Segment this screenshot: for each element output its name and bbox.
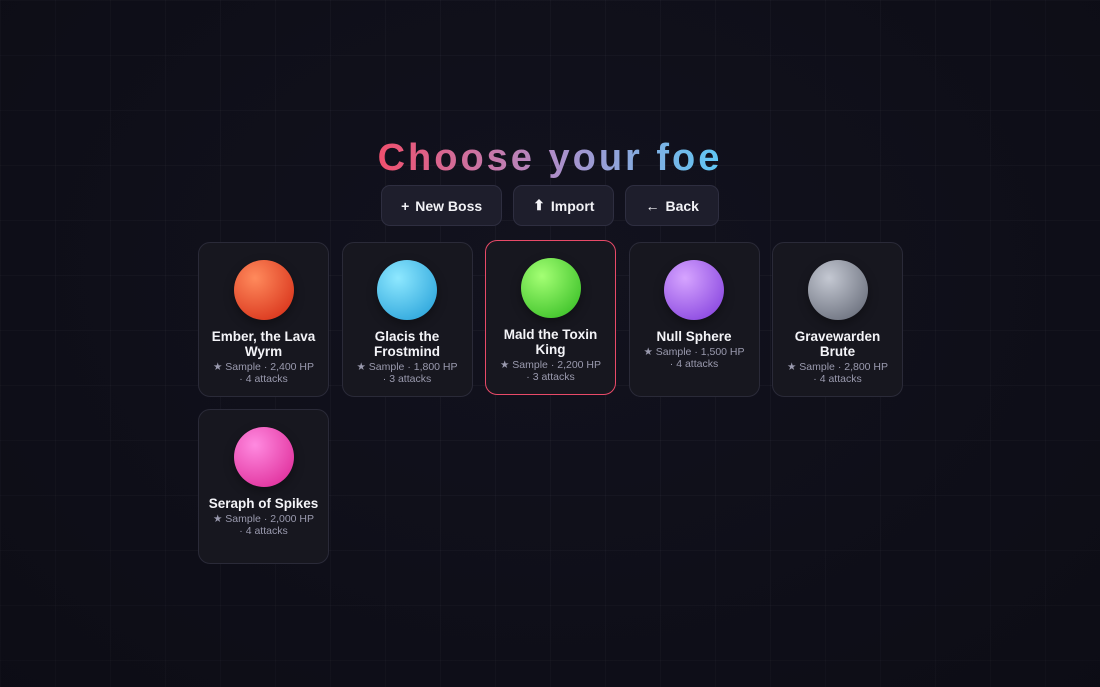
boss-orb-icon [807, 260, 868, 320]
boss-orb-icon [520, 258, 581, 318]
new-boss-label: New Boss [415, 197, 483, 214]
boss-orb-icon [377, 260, 437, 320]
back-button[interactable]: ← Back [625, 185, 719, 226]
arrow-left-icon: ← [645, 197, 660, 214]
boss-name: Gravewarden Brute [794, 329, 881, 359]
boss-meta: ★ Sample · 2,000 HP · 4 attacks [212, 513, 315, 537]
boss-card[interactable]: Ember, the Lava Wyrm ★ Sample · 2,400 HP… [198, 242, 329, 397]
boss-card[interactable]: Seraph of Spikes ★ Sample · 2,000 HP · 4… [198, 409, 329, 564]
page-title: Choose your foe [377, 137, 723, 179]
boss-name: Glacis the Frostmind [374, 329, 440, 359]
import-button[interactable]: ⬆ Import [513, 185, 615, 226]
boss-card[interactable]: Gravewarden Brute ★ Sample · 2,800 HP · … [772, 242, 903, 397]
boss-meta: ★ Sample · 2,200 HP · 3 attacks [499, 359, 602, 383]
boss-meta: ★ Sample · 2,400 HP · 4 attacks [212, 361, 315, 385]
boss-name: Ember, the Lava Wyrm [211, 329, 316, 359]
boss-meta: ★ Sample · 1,500 HP · 4 attacks [643, 346, 745, 370]
plus-icon: + [401, 197, 410, 214]
boss-card[interactable]: Glacis the Frostmind ★ Sample · 1,800 HP… [341, 242, 473, 397]
import-label: Import [550, 197, 595, 214]
boss-name: Seraph of Spikes [208, 496, 319, 511]
boss-orb-icon [233, 427, 294, 487]
back-label: Back [665, 197, 699, 214]
boss-meta: ★ Sample · 2,800 HP · 4 attacks [786, 361, 889, 385]
boss-orb-icon [233, 260, 294, 320]
boss-grid: Ember, the Lava Wyrm ★ Sample · 2,400 HP… [198, 240, 918, 564]
boss-orb-icon [664, 260, 724, 320]
boss-card[interactable]: Null Sphere ★ Sample · 1,500 HP · 4 atta… [628, 242, 760, 397]
upload-icon: ⬆ [533, 197, 545, 213]
boss-name: Null Sphere [656, 329, 732, 344]
boss-card[interactable]: Mald the Toxin King ★ Sample · 2,200 HP … [485, 240, 616, 395]
new-boss-button[interactable]: + New Boss [381, 185, 503, 226]
toolbar: + New Boss ⬆ Import ← Back [0, 185, 1100, 226]
boss-name: Mald the Toxin King [503, 327, 598, 357]
boss-meta: ★ Sample · 1,800 HP · 3 attacks [356, 361, 458, 385]
